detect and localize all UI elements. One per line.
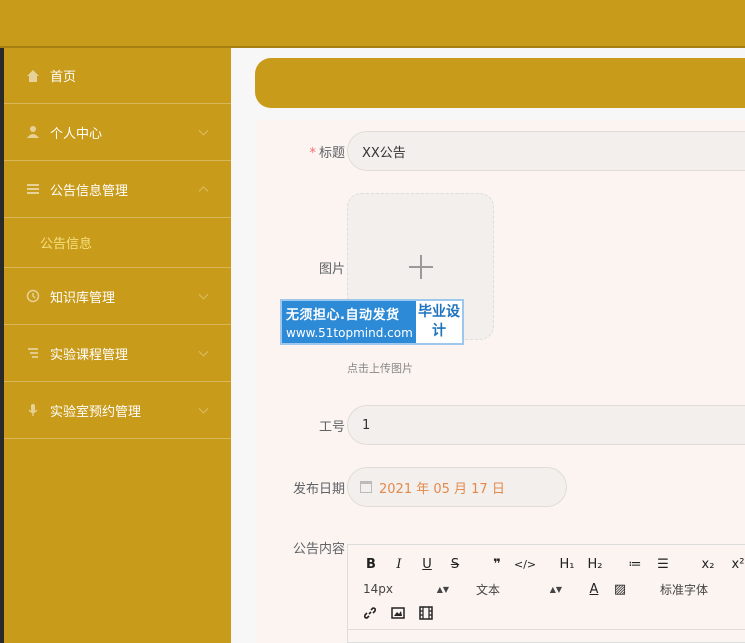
watermark-tag: 毕业设计 [416, 301, 462, 343]
select-arrow-icon: ▲▼ [436, 584, 449, 594]
sidebar-item-knowledge-base[interactable]: 知识库管理 [4, 268, 231, 325]
tag-icon [28, 348, 38, 358]
sidebar-item-label: 实验课程管理 [50, 347, 129, 363]
worker-id-label: 工号 [318, 420, 345, 435]
chevron-down-icon [198, 125, 209, 136]
publish-date-picker[interactable]: 2021 年 05 月 17 日 [347, 467, 567, 507]
list-icon [27, 184, 39, 194]
sidebar: 首页 个人中心 公告信息管理 公告信息 知识库管理 实验课程管理 实验室预约管理 [0, 48, 231, 643]
superscript-button[interactable]: x² [728, 557, 745, 572]
sidebar-item-home[interactable]: 首页 [4, 48, 231, 104]
sidebar-subitem-announcement-info[interactable]: 公告信息 [4, 218, 231, 268]
upload-tip: 点击上传图片 [347, 362, 413, 375]
sidebar-item-label: 实验室预约管理 [50, 404, 142, 420]
mic-icon [28, 404, 38, 416]
watermark-line1: 无须担心.自动发货 [286, 308, 400, 323]
bold-button[interactable]: B [363, 557, 379, 572]
content-label: 公告内容 [292, 542, 345, 557]
title-label: * 标题 [309, 146, 345, 161]
chevron-up-icon [198, 186, 209, 197]
font-family-select[interactable]: 标准字体 [660, 581, 740, 598]
calendar-icon [360, 481, 372, 493]
heading1-button[interactable]: H₁ [556, 557, 578, 572]
sidebar-subitem-label: 公告信息 [40, 237, 93, 252]
required-mark: * [309, 146, 316, 161]
sidebar-item-label: 首页 [50, 70, 77, 85]
user-icon [27, 126, 39, 138]
font-size-select[interactable]: 14px ▲▼ [363, 582, 449, 596]
sidebar-item-label: 个人中心 [50, 126, 103, 142]
rich-text-editor: B I U S ❞ </> H₁ H₂ ≔ ☰ x₂ x² 14px ▲▼ 文本 ▲… [347, 544, 745, 643]
home-icon [27, 69, 39, 82]
chevron-down-icon [198, 403, 209, 414]
announcement-form: * 标题 XX公告 图片 点击上传图片 无须担心.自动发货 www.51topmi… [255, 120, 745, 643]
ordered-list-button[interactable]: ≔ [626, 557, 644, 572]
sidebar-item-announcement-management[interactable]: 公告信息管理 [4, 161, 231, 218]
top-bar [0, 0, 745, 48]
plus-icon [408, 254, 433, 279]
strikethrough-button[interactable]: S [447, 557, 463, 572]
main-content: * 标题 XX公告 图片 点击上传图片 无须担心.自动发货 www.51topmi… [231, 48, 745, 643]
select-arrow-icon: ▲▼ [549, 584, 562, 594]
chevron-down-icon [198, 346, 209, 357]
italic-button[interactable]: I [391, 557, 407, 572]
sidebar-item-label: 知识库管理 [50, 290, 116, 306]
font-color-button[interactable]: A [586, 582, 602, 597]
sidebar-item-course-management[interactable]: 实验课程管理 [4, 325, 231, 382]
worker-id-input[interactable]: 1 [347, 405, 745, 445]
blockquote-button[interactable]: ❞ [488, 557, 506, 572]
sidebar-item-personal-center[interactable]: 个人中心 [4, 104, 231, 161]
page-banner [255, 58, 745, 108]
subscript-button[interactable]: x₂ [698, 557, 718, 572]
sidebar-item-label: 公告信息管理 [50, 183, 129, 199]
underline-button[interactable]: U [419, 557, 435, 572]
video-icon[interactable] [419, 606, 433, 620]
image-icon[interactable] [391, 606, 405, 620]
link-icon[interactable] [363, 606, 377, 620]
watermark-line2: www.51topmind.com [286, 326, 413, 340]
sidebar-item-lab-reservation[interactable]: 实验室预约管理 [4, 382, 231, 439]
title-input[interactable]: XX公告 [347, 131, 745, 171]
image-label: 图片 [318, 262, 345, 277]
clock-icon [26, 289, 40, 303]
chevron-down-icon [198, 289, 209, 300]
code-block-button[interactable]: </> [514, 558, 536, 571]
background-color-icon[interactable]: ▨ [612, 582, 628, 597]
publish-date-label: 发布日期 [292, 482, 345, 497]
heading2-button[interactable]: H₂ [584, 557, 606, 572]
editor-divider [348, 629, 745, 630]
block-type-select[interactable]: 文本 ▲▼ [476, 581, 562, 598]
bullet-list-button[interactable]: ☰ [654, 557, 672, 572]
watermark: 无须担心.自动发货 www.51topmind.com 毕业设计 [280, 299, 464, 345]
